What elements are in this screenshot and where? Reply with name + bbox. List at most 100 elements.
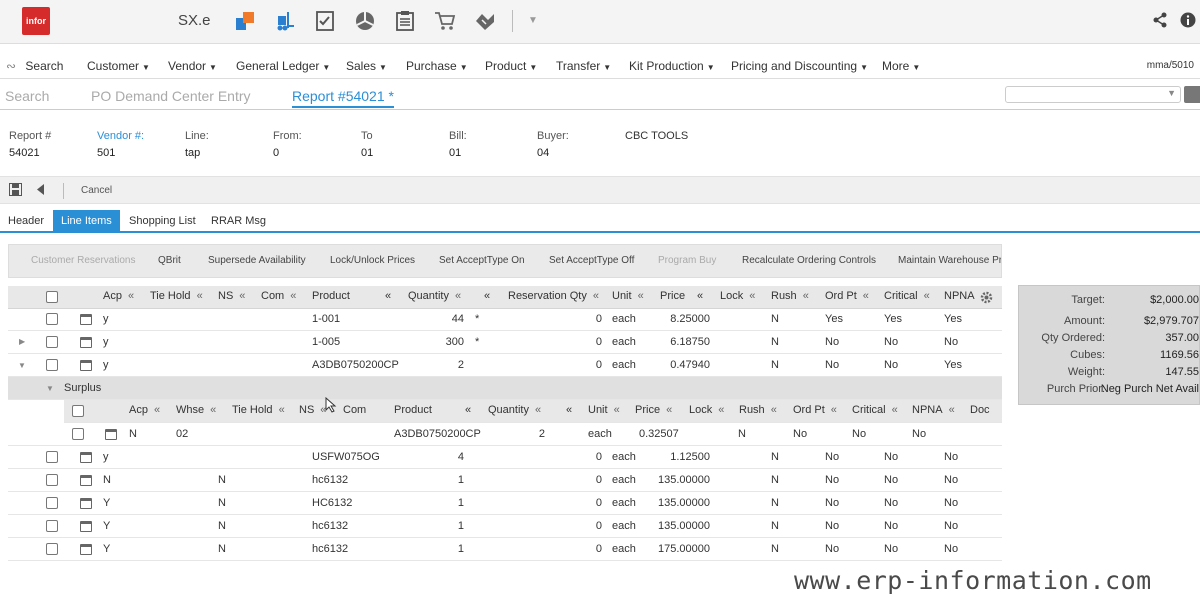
vendor-link[interactable]: Vendor #: <box>97 130 144 145</box>
edit-row-icon[interactable] <box>80 521 92 532</box>
col-rush[interactable]: Rush « <box>771 290 809 302</box>
chevron-down-icon[interactable]: ▼ <box>528 15 538 26</box>
tab-po-demand-center-entry[interactable]: PO Demand Center Entry <box>91 88 251 104</box>
table-row[interactable]: y USFW075OG 4 0 each 1.12500 N No No No <box>8 446 1002 469</box>
select-all-checkbox[interactable] <box>46 291 58 303</box>
edit-row-icon[interactable] <box>80 360 92 371</box>
edit-row-icon[interactable] <box>80 544 92 555</box>
customer-reservations-button[interactable]: Customer Reservations <box>31 255 135 266</box>
table-row[interactable]: ▼ y A3DB0750200CP 2 0 each 0.47940 N No … <box>8 354 1002 377</box>
edit-row-icon[interactable] <box>80 498 92 509</box>
infor-logo[interactable]: infor <box>22 7 50 35</box>
row-checkbox[interactable] <box>46 474 58 486</box>
menu-sales[interactable]: Sales ▼ <box>346 59 387 73</box>
set-accept-type-off-button[interactable]: Set AcceptType Off <box>549 255 634 266</box>
menu-search[interactable]: ∾ Search <box>6 59 63 73</box>
blocks-icon[interactable] <box>232 8 257 33</box>
col-quantity[interactable]: Quantity « <box>488 404 541 416</box>
col-lock[interactable]: Lock « <box>720 290 755 302</box>
edit-row-icon[interactable] <box>80 475 92 486</box>
edit-row-icon[interactable] <box>105 429 117 440</box>
share-icon[interactable] <box>1152 12 1168 28</box>
col-price[interactable]: Price <box>660 290 685 302</box>
menu-kit-production[interactable]: Kit Production ▼ <box>629 59 715 73</box>
row-checkbox[interactable] <box>72 428 84 440</box>
cart-icon[interactable] <box>432 8 457 33</box>
col-whse[interactable]: Whse « <box>176 404 216 416</box>
back-icon[interactable] <box>35 183 45 196</box>
clipboard-icon[interactable] <box>392 8 417 33</box>
qbrit-button[interactable]: QBrit <box>158 255 181 266</box>
col-ord-pt[interactable]: Ord Pt « <box>793 404 837 416</box>
tab-header[interactable]: Header <box>0 210 52 232</box>
col-product-sep[interactable]: « <box>465 404 471 416</box>
col-tie-hold[interactable]: Tie Hold « <box>232 404 285 416</box>
collapse-row-icon[interactable]: ▼ <box>18 361 26 370</box>
menu-product[interactable]: Product ▼ <box>485 59 537 73</box>
col-quantity[interactable]: Quantity « <box>408 290 461 302</box>
col-star-sep[interactable]: « <box>484 290 490 302</box>
col-reservation-qty[interactable]: Reservation Qty « <box>508 290 599 302</box>
menu-transfer[interactable]: Transfer ▼ <box>556 59 611 73</box>
menu-more[interactable]: More ▼ <box>882 59 920 73</box>
row-checkbox[interactable] <box>46 543 58 555</box>
row-checkbox[interactable] <box>46 497 58 509</box>
tab-line-items[interactable]: Line Items <box>53 210 120 232</box>
col-com[interactable]: Com « <box>261 290 296 302</box>
col-ord-pt[interactable]: Ord Pt « <box>825 290 869 302</box>
tab-shopping-list[interactable]: Shopping List <box>121 210 204 232</box>
menu-purchase[interactable]: Purchase ▼ <box>406 59 468 73</box>
tab-select-dropdown[interactable]: ▼ <box>1005 86 1181 103</box>
col-product-sep[interactable]: « <box>385 290 391 302</box>
menu-vendor[interactable]: Vendor ▼ <box>168 59 217 73</box>
row-checkbox[interactable] <box>46 359 58 371</box>
set-accept-type-on-button[interactable]: Set AcceptType On <box>439 255 525 266</box>
surplus-table-row[interactable]: N 02 A3DB0750200CP 2 each 0.32507 N No N… <box>8 423 1002 446</box>
col-acp[interactable]: Acp « <box>103 290 134 302</box>
collapse-group-icon[interactable]: ▼ <box>46 384 54 393</box>
table-row[interactable]: N N hc6132 1 0 each 135.00000 N No No No <box>8 469 1002 492</box>
gear-icon[interactable] <box>980 291 993 304</box>
surplus-group-header[interactable]: ▼ Surplus <box>8 377 1002 400</box>
table-row[interactable]: Y N hc6132 1 0 each 135.00000 N No No No <box>8 515 1002 538</box>
surplus-select-all-checkbox[interactable] <box>72 405 84 417</box>
maintain-warehouse-button[interactable]: Maintain Warehouse Pro <box>898 255 1001 266</box>
recalculate-ordering-controls-button[interactable]: Recalculate Ordering Controls <box>742 255 876 266</box>
col-tie-hold[interactable]: Tie Hold « <box>150 290 203 302</box>
col-ns[interactable]: NS « <box>218 290 245 302</box>
tab-search[interactable]: Search <box>5 88 49 104</box>
checklist-icon[interactable] <box>312 8 337 33</box>
col-npna[interactable]: NPNA <box>944 290 975 302</box>
info-icon[interactable] <box>1180 12 1196 28</box>
edit-row-icon[interactable] <box>80 314 92 325</box>
cancel-button[interactable]: Cancel <box>81 185 112 196</box>
col-critical[interactable]: Critical « <box>884 290 930 302</box>
col-lock[interactable]: Lock « <box>689 404 724 416</box>
col-unit[interactable]: Unit « <box>588 404 620 416</box>
table-row[interactable]: y 1-001 44 * 0 each 8.25000 N Yes Yes Ye… <box>8 308 1002 331</box>
lock-unlock-prices-button[interactable]: Lock/Unlock Prices <box>330 255 415 266</box>
expand-row-icon[interactable]: ▶ <box>19 337 25 346</box>
table-row[interactable]: ▶ y 1-005 300 * 0 each 6.18750 N No No N… <box>8 331 1002 354</box>
menu-customer[interactable]: Customer ▼ <box>87 59 150 73</box>
col-ns[interactable]: NS « <box>299 404 326 416</box>
forklift-icon[interactable] <box>272 8 297 33</box>
col-unit[interactable]: Unit « <box>612 290 644 302</box>
menu-general-ledger[interactable]: General Ledger ▼ <box>236 59 330 73</box>
row-checkbox[interactable] <box>46 520 58 532</box>
col-com[interactable]: Com <box>343 404 366 416</box>
row-checkbox[interactable] <box>46 313 58 325</box>
tab-menu-button[interactable] <box>1184 86 1200 103</box>
col-price-sep[interactable]: « <box>697 290 703 302</box>
row-checkbox[interactable] <box>46 451 58 463</box>
supersede-availability-button[interactable]: Supersede Availability <box>208 255 306 266</box>
menu-pricing-and-discounting[interactable]: Pricing and Discounting ▼ <box>731 59 868 73</box>
table-row[interactable]: Y N hc6132 1 0 each 175.00000 N No No No <box>8 538 1002 561</box>
save-icon[interactable] <box>9 183 22 196</box>
row-checkbox[interactable] <box>46 336 58 348</box>
col-product[interactable]: Product <box>312 290 350 302</box>
tab-rrar-msg[interactable]: RRAR Msg <box>203 210 274 232</box>
col-star-sep[interactable]: « <box>566 404 572 416</box>
edit-row-icon[interactable] <box>80 337 92 348</box>
table-row[interactable]: Y N HC6132 1 0 each 135.00000 N No No No <box>8 492 1002 515</box>
